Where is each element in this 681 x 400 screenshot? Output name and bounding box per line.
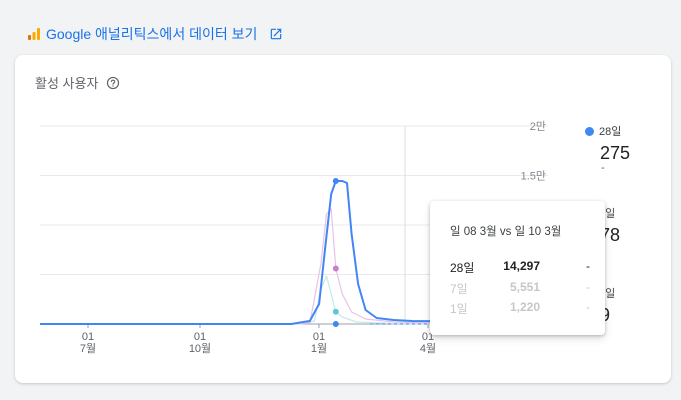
x-tick-day-label: 01 [194,331,206,343]
tooltip-row-28: 28일 14,297 - [450,259,590,276]
tooltip-title: 일 08 3월 vs 일 10 3월 [450,226,562,238]
x-tick-month-label: 7월 [80,342,96,355]
tooltip-value-28: 14,297 [503,259,540,273]
series-line-1일 [40,275,441,325]
tooltip-label-7: 7일 [450,282,468,296]
series-line-7일 [40,208,441,325]
hover-point-marker [332,265,339,272]
comparison-point-marker [332,321,339,327]
x-tick-day-label: 01 [82,331,94,343]
legend-value-28: 275 [600,143,631,163]
tooltip-label-28: 28일 [450,261,475,275]
x-tick-month-label: 4월 [420,342,436,355]
legend-dot-28-icon [585,126,594,136]
series-line-28일 [40,180,441,325]
tooltip-value-1: 1,220 [509,300,540,314]
legend-item-28[interactable]: 28일 275 - [585,123,630,193]
hover-point-marker [332,178,339,185]
y-tick-label: 2만 [530,120,546,133]
legend-label-28: 28일 [599,126,622,138]
hover-point-marker [332,308,339,315]
x-tick-month-label: 1월 [311,342,327,355]
tooltip-change-28: - [586,259,590,273]
active-users-line-chart: 2만1.5만0017월0110월011월014월 [40,120,548,355]
y-tick-label: 1.5만 [521,170,546,183]
tooltip-change-7: - [586,280,590,294]
x-tick-month-label: 10월 [189,342,211,355]
legend-row-28: 28일 [585,123,630,139]
tooltip-row-1: 1일 1,220 - [450,300,590,317]
tooltip-label-1: 1일 [450,302,468,316]
tooltip-value-7: 5,551 [509,280,540,294]
x-tick-day-label: 01 [313,331,325,343]
tooltip-change-1: - [586,300,590,314]
tooltip-row-7: 7일 5,551 - [450,280,590,297]
chart-tooltip: 일 08 3월 vs 일 10 3월 28일 14,297 - 7일 5,551… [430,201,605,335]
